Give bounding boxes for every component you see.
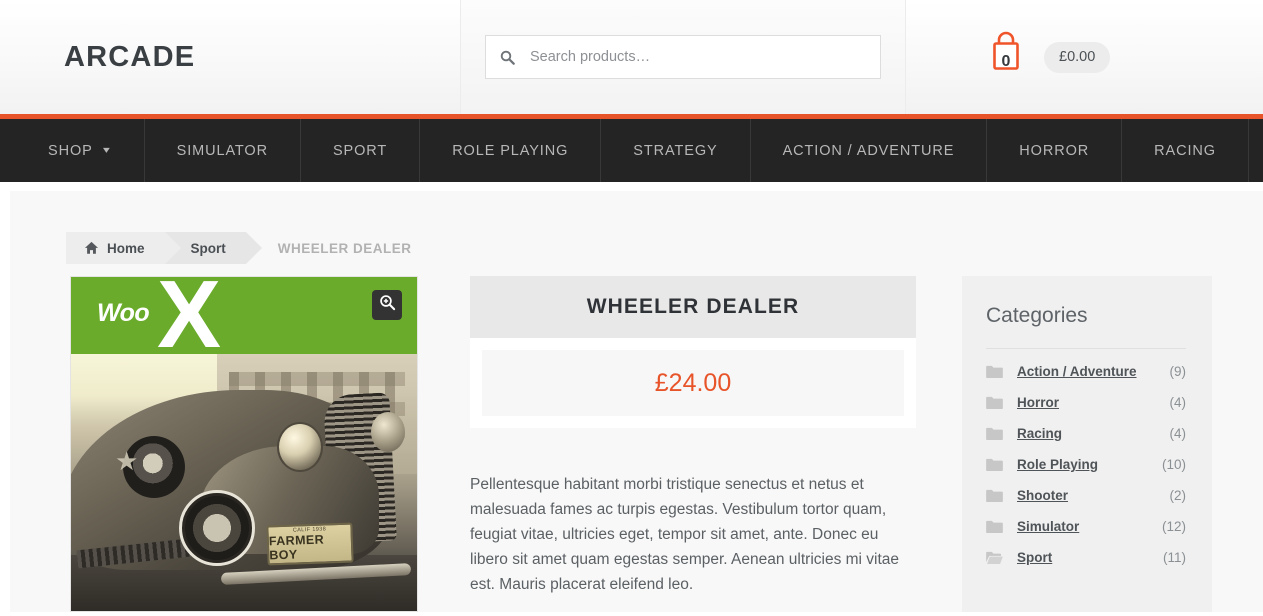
category-link[interactable]: Role Playing <box>1017 457 1098 472</box>
category-item-simulator[interactable]: Simulator (12) <box>986 511 1186 542</box>
cart-button[interactable]: 0 <box>986 31 1026 80</box>
category-link[interactable]: Sport <box>1017 550 1052 565</box>
product-description: Pellentesque habitant morbi tristique se… <box>470 476 900 593</box>
folder-closed-icon <box>986 427 1008 440</box>
folder-open-icon <box>986 551 1008 564</box>
site-header: ARCADE 0 £0.00 <box>0 0 1263 114</box>
product-gallery[interactable]: Woo X ★ CALIF 1938 FARMER BOY <box>70 276 418 612</box>
content-area: Home Sport WHEELER DEALER Woo X ★ CALIF … <box>10 191 1263 612</box>
folder-closed-icon <box>986 396 1008 409</box>
nav-item-simulator[interactable]: SIMULATOR <box>145 119 301 182</box>
category-count: (9) <box>1169 364 1187 379</box>
category-count: (4) <box>1169 395 1187 410</box>
category-item-racing[interactable]: Racing (4) <box>986 418 1186 449</box>
home-icon <box>84 241 99 255</box>
category-count: (12) <box>1161 519 1186 534</box>
header-cart-region: 0 £0.00 <box>906 0 1263 114</box>
category-item-horror[interactable]: Horror (4) <box>986 387 1186 418</box>
search-box[interactable] <box>485 35 881 79</box>
cart-total-badge[interactable]: £0.00 <box>1044 41 1111 73</box>
folder-closed-icon <box>986 520 1008 533</box>
nav-item-horror[interactable]: HORROR <box>987 119 1123 182</box>
photo-car-headlamp <box>277 422 323 472</box>
product-price: £24.00 <box>654 368 732 397</box>
product-price-container: £24.00 <box>470 338 916 428</box>
category-link[interactable]: Horror <box>1017 395 1059 410</box>
breadcrumb-current: WHEELER DEALER <box>277 240 412 256</box>
category-list: Action / Adventure (9) Horror (4) Racing… <box>986 349 1186 573</box>
search-input[interactable] <box>530 49 880 65</box>
gallery-brand-band: Woo X <box>71 277 417 354</box>
category-count: (4) <box>1169 426 1187 441</box>
license-plate-text: FARMER BOY <box>268 532 325 563</box>
chevron-down-icon: ▾ <box>102 145 111 156</box>
site-logo[interactable]: ARCADE <box>64 41 195 74</box>
category-link[interactable]: Racing <box>1017 426 1062 441</box>
breadcrumb-label: Home <box>107 240 145 256</box>
product-title-container: WHEELER DEALER <box>470 276 916 338</box>
nav-item-racing[interactable]: RACING <box>1122 119 1249 182</box>
category-link[interactable]: Action / Adventure <box>1017 364 1137 379</box>
header-search-region <box>460 0 906 114</box>
category-item-role-playing[interactable]: Role Playing (10) <box>986 449 1186 480</box>
photo-car-front-wheel <box>179 490 255 566</box>
category-item-sport[interactable]: Sport (11) <box>986 542 1186 573</box>
photo-car-star: ★ <box>115 446 139 476</box>
nav-item-label: SHOP <box>48 142 93 159</box>
nav-filler <box>1249 119 1263 182</box>
product-price-box: £24.00 <box>482 350 904 416</box>
zoom-image-button[interactable] <box>372 290 402 320</box>
photo-license-plate: CALIF 1938 FARMER BOY <box>266 522 354 566</box>
category-count: (2) <box>1169 488 1187 503</box>
woo-x-mark: X <box>157 277 222 354</box>
main-navigation: SHOP ▾ SIMULATOR SPORT ROLE PLAYING STRA… <box>0 119 1263 182</box>
product-title: WHEELER DEALER <box>586 295 800 318</box>
folder-closed-icon <box>986 489 1008 502</box>
breadcrumb: Home Sport WHEELER DEALER <box>66 232 412 264</box>
category-item-shooter[interactable]: Shooter (2) <box>986 480 1186 511</box>
nav-item-shop[interactable]: SHOP ▾ <box>0 119 145 182</box>
header-branding: ARCADE <box>0 0 460 114</box>
folder-closed-icon <box>986 365 1008 378</box>
nav-item-action-adventure[interactable]: ACTION / ADVENTURE <box>751 119 988 182</box>
product-photo: ★ CALIF 1938 FARMER BOY <box>71 354 417 611</box>
product-summary: WHEELER DEALER £24.00 Pellentesque habit… <box>470 276 916 597</box>
category-item-action-adventure[interactable]: Action / Adventure (9) <box>986 356 1186 387</box>
page-body: Home Sport WHEELER DEALER Woo X ★ CALIF … <box>0 182 1263 612</box>
nav-item-strategy[interactable]: STRATEGY <box>601 119 751 182</box>
category-count: (11) <box>1162 550 1186 565</box>
breadcrumb-label: Sport <box>190 240 226 256</box>
woo-wordmark: Woo <box>97 299 150 327</box>
folder-closed-icon <box>986 458 1008 471</box>
category-count: (10) <box>1161 457 1186 472</box>
category-link[interactable]: Shooter <box>1017 488 1068 503</box>
photo-car-headlamp-secondary <box>371 412 405 452</box>
cart-item-count: 0 <box>1001 53 1011 70</box>
search-icon <box>500 50 530 65</box>
nav-item-role-playing[interactable]: ROLE PLAYING <box>420 119 602 182</box>
breadcrumb-item-home[interactable]: Home <box>66 232 180 264</box>
sidebar-title: Categories <box>986 304 1186 349</box>
magnifier-plus-icon <box>379 294 396 316</box>
sidebar: Categories Action / Adventure (9) Horror… <box>962 276 1212 612</box>
category-link[interactable]: Simulator <box>1017 519 1079 534</box>
nav-item-sport[interactable]: SPORT <box>301 119 421 182</box>
